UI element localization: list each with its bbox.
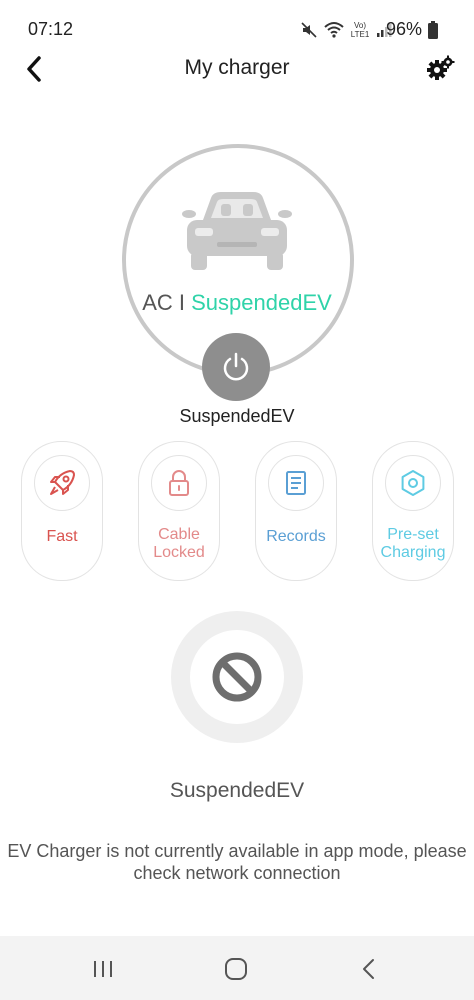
records-label: Records <box>266 528 326 545</box>
records-button[interactable]: Records <box>255 441 337 581</box>
network-label: Vo) LTE1 <box>350 21 370 39</box>
fast-charge-button[interactable]: Fast <box>21 441 103 581</box>
cable-label-line1: Cable <box>158 526 200 543</box>
battery-icon <box>428 21 438 39</box>
suspended-indicator-inner <box>190 630 284 724</box>
settings-button[interactable] <box>424 53 456 85</box>
notice-line1: EV Charger is not currently available in… <box>7 841 467 861</box>
preset-label-line1: Pre-set <box>387 526 439 543</box>
preset-charging-label: Pre-set Charging <box>363 526 463 562</box>
cable-label-line2: Locked <box>153 544 205 561</box>
mute-icon <box>301 22 317 38</box>
charger-mode: AC <box>142 290 173 315</box>
power-button[interactable] <box>202 333 270 401</box>
power-icon <box>223 352 249 381</box>
preset-label-line2: Charging <box>380 544 446 561</box>
cable-icon-circle <box>151 455 207 511</box>
recents-button[interactable] <box>83 952 123 986</box>
preset-charging-button[interactable]: Pre-set Charging <box>372 441 454 581</box>
battery-percent: 96% <box>385 19 422 39</box>
status-time: 07:12 <box>28 19 74 39</box>
suspended-title: SuspendedEV <box>169 779 305 802</box>
records-icon <box>286 471 306 495</box>
power-status-label: SuspendedEV <box>179 406 295 426</box>
notice-line2: check network connection <box>133 863 341 883</box>
rocket-icon <box>50 470 75 495</box>
system-back-button[interactable] <box>349 952 389 986</box>
wifi-icon <box>324 22 344 38</box>
records-icon-circle <box>268 455 324 511</box>
prohibited-icon <box>212 652 262 702</box>
charger-mode-line: AC I SuspendedEV <box>0 290 474 316</box>
recents-icon <box>94 961 112 977</box>
fast-icon-circle <box>34 455 90 511</box>
chevron-left-icon <box>363 959 374 979</box>
cable-locked-button[interactable]: Cable Locked <box>138 441 220 581</box>
gear-icon <box>427 55 455 80</box>
home-icon <box>225 958 247 980</box>
hexagon-icon <box>401 470 425 496</box>
lock-icon <box>169 470 189 496</box>
mode-separator: I <box>178 290 185 315</box>
suspended-indicator <box>171 611 303 743</box>
charger-status: SuspendedEV <box>191 290 332 315</box>
preset-icon-circle <box>385 455 441 511</box>
network-notice: EV Charger is not currently available in… <box>0 840 474 884</box>
fast-label: Fast <box>46 528 78 545</box>
home-button[interactable] <box>216 952 256 986</box>
status-icons: Vo) LTE1 <box>300 18 392 42</box>
page-title: My charger <box>184 56 290 79</box>
car-icon <box>182 192 292 270</box>
cable-locked-label: Cable Locked <box>129 526 229 562</box>
